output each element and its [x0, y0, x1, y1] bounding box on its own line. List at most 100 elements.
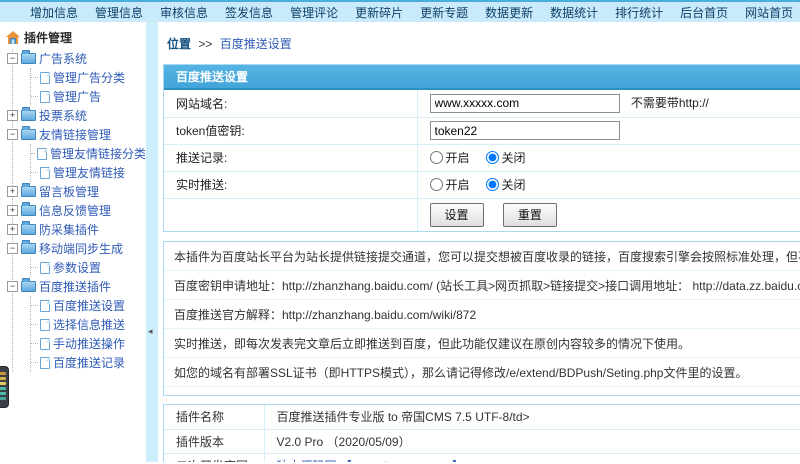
tree-node-label[interactable]: 投票系统 — [39, 107, 87, 124]
tree-node-label[interactable]: 百度推送插件 — [39, 278, 111, 295]
tree-node-label[interactable]: 信息反馈管理 — [39, 202, 111, 219]
info-line-ssl-tip: 如您的域名有部署SSL证书（即HTTPS模式），那么请记得修改/e/extend… — [164, 358, 800, 387]
tree-leaf-label[interactable]: 管理广告 — [53, 88, 101, 105]
tree-leaf-label[interactable]: 选择信息推送 — [53, 316, 125, 333]
domain-value-cell: 不需要带http:// — [417, 90, 800, 117]
nav-item-site-home[interactable]: 网站首页 — [745, 4, 793, 21]
tree-node-mobile-sync[interactable]: 移动端同步生成 — [7, 239, 146, 258]
collapse-sidebar-icon[interactable]: ◂ — [148, 326, 153, 337]
tree-node-message-board[interactable]: 留言板管理 — [7, 182, 146, 201]
tree-leaf-label[interactable]: 管理友情链接 — [53, 164, 125, 181]
domain-input[interactable] — [430, 94, 620, 113]
tree-leaf-label[interactable]: 百度推送记录 — [53, 354, 125, 371]
tree-leaf-manage-ads[interactable]: 管理广告 — [31, 87, 146, 106]
panel-header: 百度推送设置 — [164, 65, 800, 90]
realtime-off-radio[interactable] — [486, 178, 499, 191]
tree-node-label[interactable]: 防采集插件 — [39, 221, 99, 238]
nav-item-manage-info[interactable]: 管理信息 — [95, 4, 143, 21]
plugin-info-panel: 本插件为百度站长平台为站长提供链接提交通道，您可以提交想被百度收录的链接，百度搜… — [163, 241, 800, 396]
nav-item-update-topics[interactable]: 更新专题 — [420, 4, 468, 21]
dev-site-link[interactable]: 独木源码网 【www.dumcms.com】 — [277, 459, 464, 462]
equalizer-bar — [0, 397, 6, 400]
token-value-cell — [417, 117, 800, 144]
plus-toggle-icon[interactable] — [7, 205, 18, 216]
tree-leaf-baidu-push-settings[interactable]: 百度推送设置 — [31, 296, 146, 315]
form-row-token: token值密钥: — [164, 117, 800, 144]
tree-leaf-label[interactable]: 百度推送设置 — [53, 297, 125, 314]
nav-item-data-update[interactable]: 数据更新 — [485, 4, 533, 21]
nav-item-manage-comments[interactable]: 管理评论 — [290, 4, 338, 21]
realtime-options-cell: 开启 关闭 — [417, 171, 800, 198]
info-line-key-apply-url: 百度密钥申请地址：http://zhanzhang.baidu.com/ (站长… — [164, 271, 800, 300]
tree-children-mobile-sync: 参数设置 — [30, 258, 146, 277]
token-label: token值密钥: — [164, 117, 417, 144]
minus-toggle-icon[interactable] — [7, 281, 18, 292]
push-log-on-label[interactable]: 开启 — [446, 149, 470, 166]
tree-node-label[interactable]: 移动端同步生成 — [39, 240, 123, 257]
folder-icon — [21, 129, 36, 140]
settings-form-table: 网站域名: 不需要带http:// token值密钥: 推送记录: — [164, 90, 800, 231]
tree-list: 广告系统 管理广告分类 管理广告 投票系统 友情链接 — [12, 49, 146, 372]
tree-leaf-label[interactable]: 管理广告分类 — [53, 69, 125, 86]
minus-toggle-icon[interactable] — [7, 129, 18, 140]
tree-node-feedback[interactable]: 信息反馈管理 — [7, 201, 146, 220]
push-log-off-radio[interactable] — [486, 151, 499, 164]
page-icon — [40, 319, 50, 331]
nav-item-ranking-stats[interactable]: 排行统计 — [615, 4, 663, 21]
tree-children-friend-links: 管理友情链接分类 管理友情链接 — [30, 144, 146, 182]
tree-children-ad-system: 管理广告分类 管理广告 — [30, 68, 146, 106]
reset-button[interactable]: 重置 — [503, 203, 557, 227]
tree-leaf-manual-push[interactable]: 手动推送操作 — [31, 334, 146, 353]
sidebar-title-row: 插件管理 — [6, 29, 146, 46]
push-log-on-radio[interactable] — [430, 151, 443, 164]
tree-leaf-push-log[interactable]: 百度推送记录 — [31, 353, 146, 372]
nav-item-sign-info[interactable]: 签发信息 — [225, 4, 273, 21]
tree-node-vote-system[interactable]: 投票系统 — [7, 106, 146, 125]
tree-leaf-label[interactable]: 手动推送操作 — [53, 335, 125, 352]
plugin-dev-site-label: 二次开发官网 — [164, 453, 264, 462]
tree-leaf-manage-link-category[interactable]: 管理友情链接分类 — [31, 144, 146, 163]
tree-leaf-select-info-push[interactable]: 选择信息推送 — [31, 315, 146, 334]
empty-label-cell — [164, 198, 417, 231]
tree-node-friend-links[interactable]: 友情链接管理 — [7, 125, 146, 144]
realtime-off-label[interactable]: 关闭 — [502, 176, 526, 193]
nav-item-add-info[interactable]: 增加信息 — [30, 4, 78, 21]
info-line-realtime-tip: 实时推送，即每次发表完文章后立即推送到百度，但此功能仅建议在原创内容较多的情况下… — [164, 329, 800, 358]
realtime-on-radio[interactable] — [430, 178, 443, 191]
tree-node-label[interactable]: 留言板管理 — [39, 183, 99, 200]
minus-toggle-icon[interactable] — [7, 53, 18, 64]
nav-item-admin-home[interactable]: 后台首页 — [680, 4, 728, 21]
realtime-on-label[interactable]: 开启 — [446, 176, 470, 193]
tree-leaf-manage-links[interactable]: 管理友情链接 — [31, 163, 146, 182]
nav-item-data-stats[interactable]: 数据统计 — [550, 4, 598, 21]
page-icon — [40, 262, 50, 274]
sidebar-splitter[interactable]: ◂ — [146, 22, 158, 462]
tree-leaf-param-settings[interactable]: 参数设置 — [31, 258, 146, 277]
plus-toggle-icon[interactable] — [7, 110, 18, 121]
tree-children-baidu-push: 百度推送设置 选择信息推送 手动推送操作 百度推送记录 — [30, 296, 146, 372]
tree-node-label[interactable]: 广告系统 — [39, 50, 87, 67]
tree-node-baidu-push[interactable]: 百度推送插件 — [7, 277, 146, 296]
tree-leaf-label[interactable]: 参数设置 — [53, 259, 101, 276]
nav-item-review-info[interactable]: 审核信息 — [160, 4, 208, 21]
minus-toggle-icon[interactable] — [7, 243, 18, 254]
plus-toggle-icon[interactable] — [7, 186, 18, 197]
nav-item-update-fragments[interactable]: 更新碎片 — [355, 4, 403, 21]
folder-icon — [21, 281, 36, 292]
form-row-buttons: 设置 重置 — [164, 198, 800, 231]
breadcrumb-separator: >> — [198, 37, 212, 51]
tree-node-label[interactable]: 友情链接管理 — [39, 126, 111, 143]
plus-toggle-icon[interactable] — [7, 224, 18, 235]
breadcrumb-current-link[interactable]: 百度推送设置 — [220, 37, 292, 51]
equalizer-bar — [0, 392, 6, 395]
form-row-realtime: 实时推送: 开启 关闭 — [164, 171, 800, 198]
sidebar-title: 插件管理 — [24, 29, 72, 46]
token-input[interactable] — [430, 121, 620, 140]
tree-leaf-label[interactable]: 管理友情链接分类 — [50, 145, 146, 162]
submit-button[interactable]: 设置 — [430, 203, 484, 227]
equalizer-widget[interactable] — [0, 366, 9, 408]
tree-leaf-manage-ad-category[interactable]: 管理广告分类 — [31, 68, 146, 87]
tree-node-ad-system[interactable]: 广告系统 — [7, 49, 146, 68]
push-log-off-label[interactable]: 关闭 — [502, 149, 526, 166]
tree-node-anti-collect[interactable]: 防采集插件 — [7, 220, 146, 239]
